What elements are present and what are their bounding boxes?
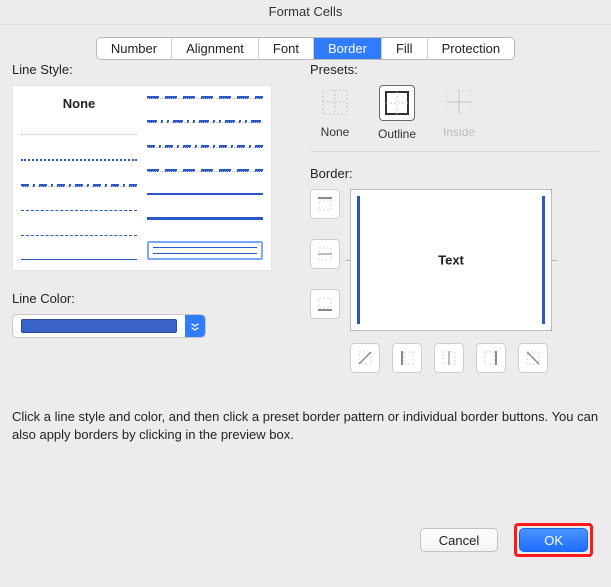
line-style-option[interactable] [147, 145, 263, 148]
border-bottom-button[interactable] [310, 289, 340, 319]
border-middle-h-button[interactable] [310, 239, 340, 269]
border-preview[interactable]: Text [350, 189, 552, 331]
line-style-option[interactable] [21, 259, 137, 260]
line-style-option[interactable] [21, 159, 137, 161]
line-style-panel: Line Style: None [12, 62, 282, 373]
preset-inside: Inside [442, 85, 476, 139]
border-top-button[interactable] [310, 189, 340, 219]
line-style-list[interactable]: None [12, 85, 272, 271]
preset-none-label: None [321, 125, 350, 139]
border-panel: Presets: None Outline [310, 62, 599, 373]
help-text: Click a line style and color, and then c… [12, 408, 599, 443]
line-style-option[interactable] [147, 120, 263, 123]
line-style-option[interactable] [21, 235, 137, 236]
preset-inside-label: Inside [443, 125, 475, 139]
line-style-option[interactable] [147, 169, 263, 172]
line-style-none[interactable]: None [21, 96, 137, 111]
line-style-option[interactable] [147, 193, 263, 195]
preset-outline-label: Outline [378, 127, 416, 141]
window-title: Format Cells [0, 0, 611, 25]
line-color-label: Line Color: [12, 291, 282, 306]
line-color-picker[interactable] [12, 314, 206, 338]
presets-label: Presets: [310, 62, 599, 77]
border-diagonal-up-button[interactable] [350, 343, 380, 373]
border-right-button[interactable] [476, 343, 506, 373]
border-diagonal-down-button[interactable] [518, 343, 548, 373]
line-style-option[interactable] [21, 210, 137, 211]
section-divider [310, 151, 599, 152]
preset-outline[interactable]: Outline [378, 85, 416, 141]
line-style-option[interactable] [147, 96, 263, 99]
border-left-button[interactable] [392, 343, 422, 373]
tab-bar: Number Alignment Font Border Fill Protec… [0, 37, 611, 60]
tab-border[interactable]: Border [314, 38, 382, 59]
tab-protection[interactable]: Protection [428, 38, 515, 59]
line-style-selected[interactable] [147, 241, 263, 260]
chevron-down-icon [185, 315, 205, 337]
line-style-option[interactable] [21, 184, 137, 187]
tab-font[interactable]: Font [259, 38, 314, 59]
cancel-button[interactable]: Cancel [420, 528, 498, 552]
format-cells-dialog: Format Cells Number Alignment Font Borde… [0, 0, 611, 587]
line-style-option[interactable] [147, 217, 263, 220]
tab-fill[interactable]: Fill [382, 38, 428, 59]
ok-highlight: OK [514, 523, 593, 557]
line-color-swatch [21, 319, 177, 333]
preview-text: Text [351, 253, 551, 268]
line-style-option[interactable] [21, 134, 137, 135]
tab-alignment[interactable]: Alignment [172, 38, 259, 59]
border-middle-v-button[interactable] [434, 343, 464, 373]
dialog-footer: Cancel OK [420, 523, 593, 557]
border-section-label: Border: [310, 166, 599, 181]
line-style-label: Line Style: [12, 62, 282, 77]
preset-none[interactable]: None [318, 85, 352, 139]
tab-number[interactable]: Number [97, 38, 172, 59]
ok-button[interactable]: OK [519, 528, 588, 552]
